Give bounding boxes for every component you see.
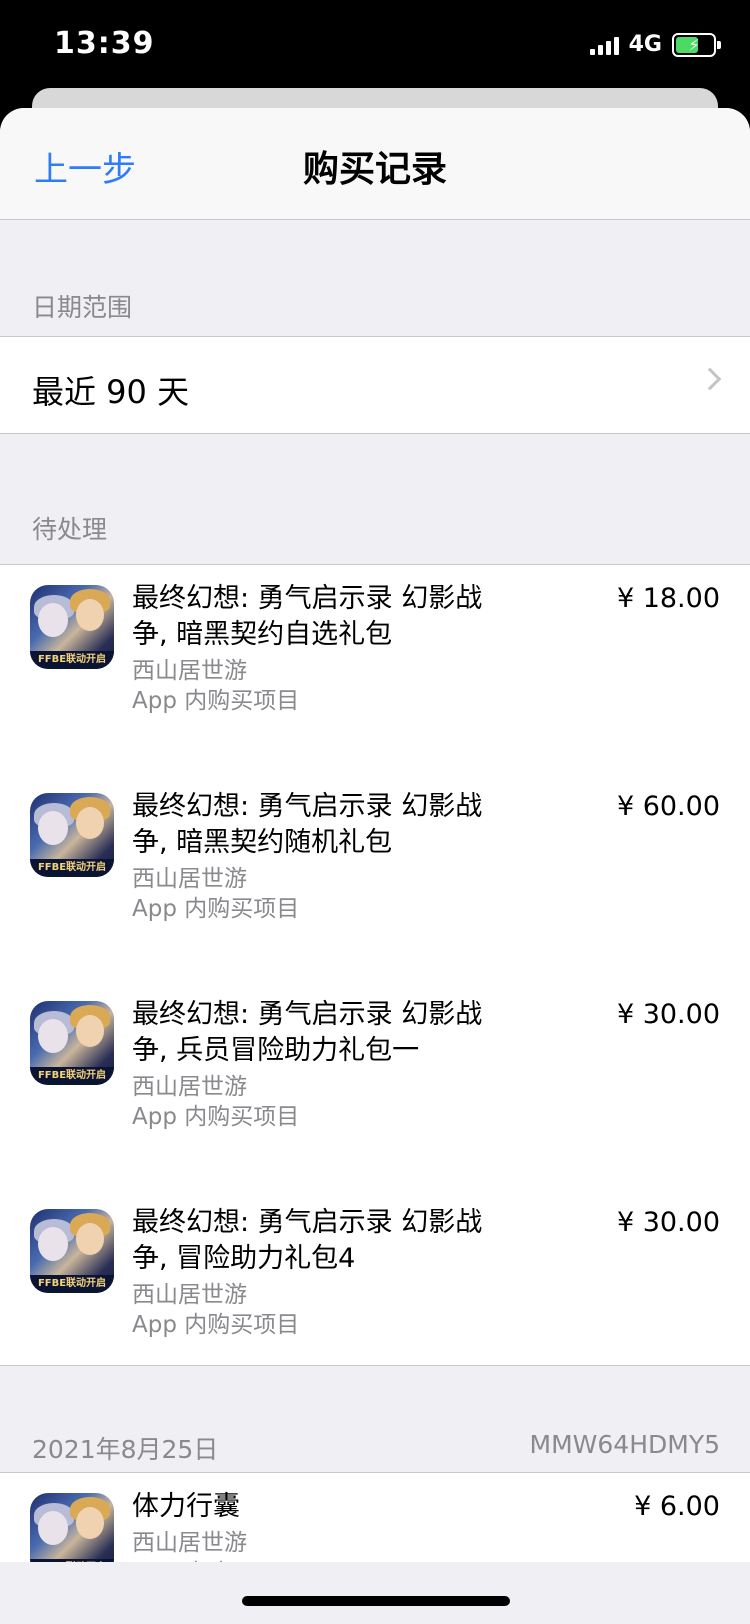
page-title: 购买记录	[302, 149, 447, 190]
item-type: App 内购买项目	[132, 896, 300, 922]
order-date: 2021年8月25日	[32, 1435, 219, 1464]
date-range-value: 最近 90 天	[32, 373, 190, 411]
item-seller: 西山居世游	[132, 1074, 247, 1100]
navigation-bar: 上一步 购买记录	[0, 108, 750, 220]
pending-header: 待处理	[32, 515, 108, 544]
status-bar: 13:39 4G ⚡	[0, 0, 750, 92]
item-price: ¥ 30.00	[616, 1207, 720, 1238]
network-label: 4G	[628, 32, 662, 57]
signal-icon	[589, 35, 619, 55]
pending-group: FFBE联动开启 最终幻想: 勇气启示录 幻影战争, 暗黑契约自选礼包 西山居世…	[0, 564, 750, 1366]
item-title: 最终幻想: 勇气启示录 幻影战争, 暗黑契约自选礼包	[132, 583, 483, 650]
purchase-history-sheet: 上一步 购买记录 日期范围 最近 90 天 待处理 FFBE联动开启 最终幻想:…	[0, 108, 750, 1624]
item-type: App 内购买项目	[132, 1104, 300, 1130]
order-id: MMW64HDMY5	[529, 1430, 720, 1459]
battery-icon: ⚡	[672, 32, 721, 57]
app-icon: FFBE联动开启	[30, 1209, 114, 1293]
item-title: 最终幻想: 勇气启示录 幻影战争, 冒险助力礼包4	[132, 1207, 483, 1274]
app-icon: FFBE联动开启	[30, 585, 114, 669]
item-seller: 西山居世游	[132, 1530, 247, 1556]
app-icon: FFBE联动开启	[30, 1001, 114, 1085]
purchase-item[interactable]: FFBE联动开启 最终幻想: 勇气启示录 幻影战争, 兵员冒险助力礼包一 西山居…	[0, 981, 750, 1189]
item-price: ¥ 18.00	[616, 583, 720, 614]
app-icon: FFBE联动开启	[30, 793, 114, 877]
item-title: 最终幻想: 勇气启示录 幻影战争, 兵员冒险助力礼包一	[132, 999, 483, 1066]
item-type: App 内购买项目	[132, 688, 300, 714]
item-seller: 西山居世游	[132, 658, 247, 684]
status-indicators: 4G ⚡	[589, 32, 721, 57]
item-price: ¥ 30.00	[616, 999, 720, 1030]
item-title: 体力行囊	[132, 1491, 240, 1522]
date-range-group: 最近 90 天	[0, 336, 750, 434]
chevron-right-icon	[698, 367, 722, 391]
home-indicator-area	[0, 1562, 750, 1624]
home-indicator[interactable]	[242, 1596, 510, 1606]
purchase-item[interactable]: FFBE联动开启 最终幻想: 勇气启示录 幻影战争, 暗黑契约随机礼包 西山居世…	[0, 773, 750, 981]
item-price: ¥ 60.00	[616, 791, 720, 822]
item-seller: 西山居世游	[132, 866, 247, 892]
purchase-item[interactable]: FFBE联动开启 最终幻想: 勇气启示录 幻影战争, 暗黑契约自选礼包 西山居世…	[0, 565, 750, 773]
item-title: 最终幻想: 勇气启示录 幻影战争, 暗黑契约随机礼包	[132, 791, 483, 858]
item-price: ¥ 6.00	[634, 1491, 720, 1522]
date-range-row[interactable]: 最近 90 天	[0, 337, 750, 435]
status-time: 13:39	[54, 26, 155, 61]
date-range-header: 日期范围	[32, 293, 133, 322]
item-seller: 西山居世游	[132, 1282, 247, 1308]
item-type: App 内购买项目	[132, 1312, 300, 1338]
purchase-item[interactable]: FFBE联动开启 最终幻想: 勇气启示录 幻影战争, 冒险助力礼包4 西山居世游…	[0, 1189, 750, 1397]
